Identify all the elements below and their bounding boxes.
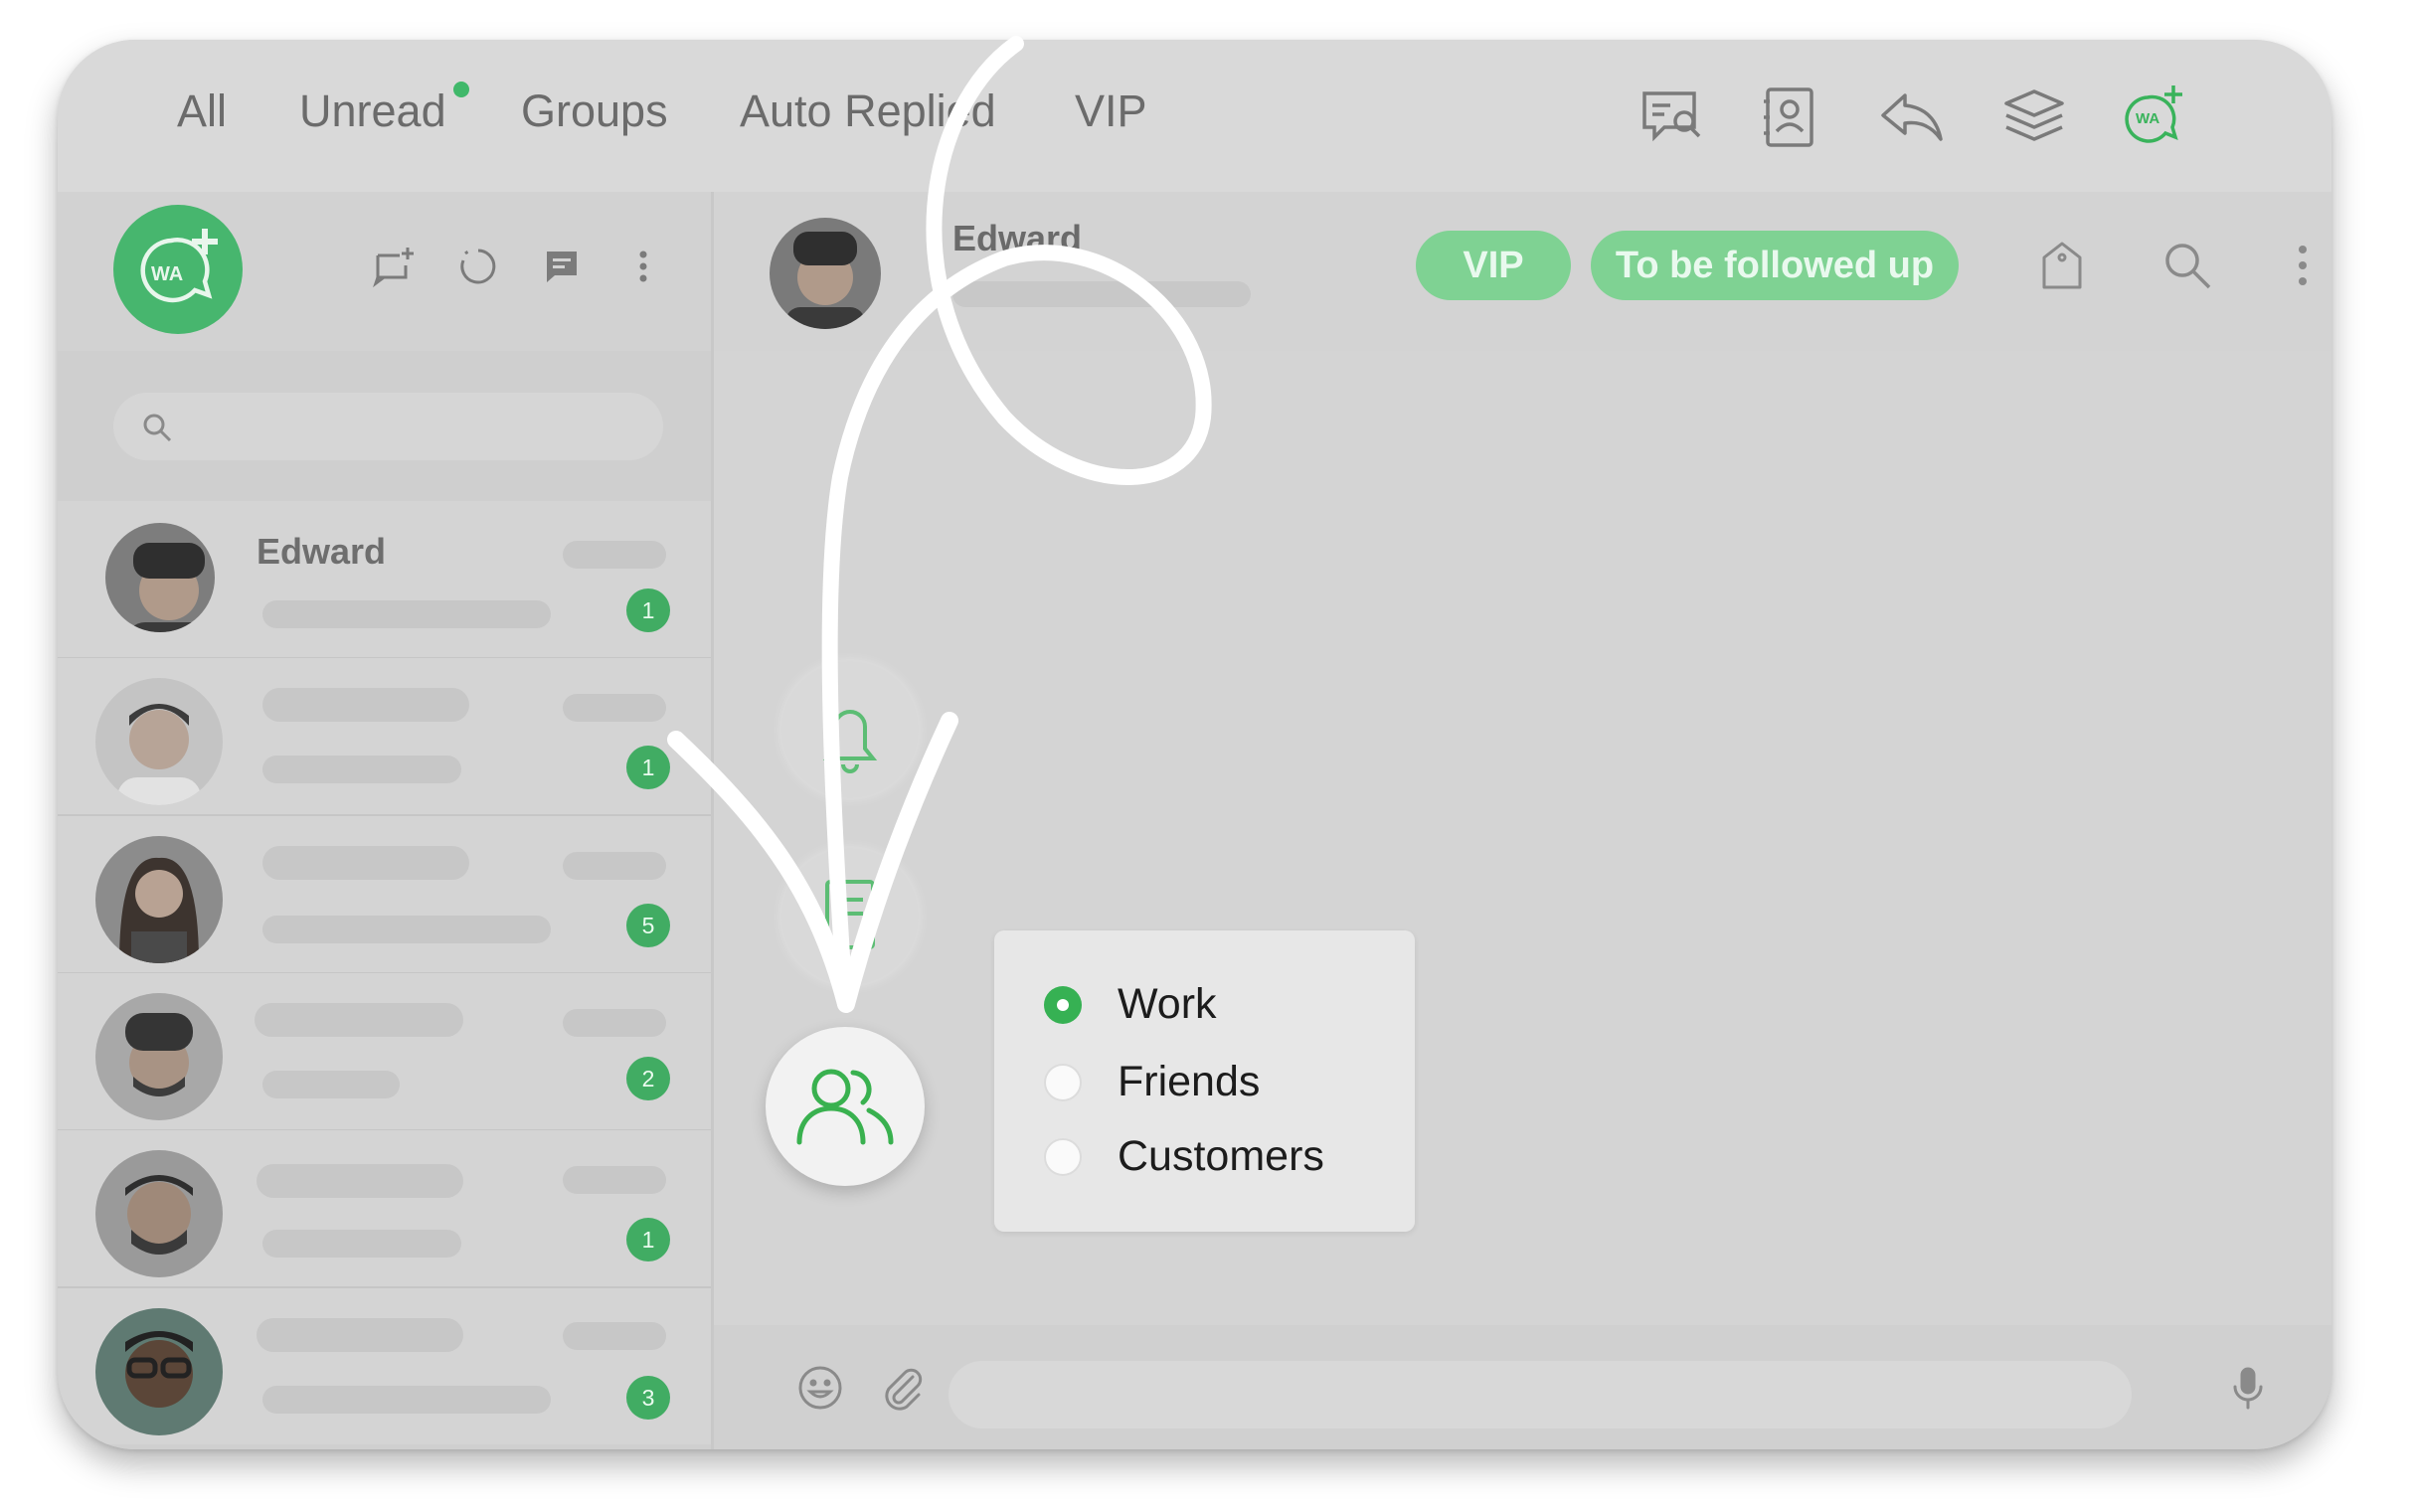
contact-name: Edward (952, 218, 1083, 258)
name-placeholder (262, 688, 469, 722)
search-icon[interactable] (2159, 238, 2215, 293)
wa-logo-icon: WA (113, 205, 243, 334)
more-vertical-icon[interactable] (2275, 238, 2330, 293)
time-placeholder (563, 1166, 666, 1194)
svg-text:WA: WA (151, 263, 183, 285)
app-window: All Unread Groups Auto Replied VIP WA WA… (58, 40, 2331, 1449)
compose-bar (711, 1325, 2331, 1449)
status-icon[interactable] (455, 244, 501, 289)
time-placeholder (563, 1322, 666, 1350)
option-label: Friends (1118, 1058, 1261, 1105)
radio-selected[interactable] (1044, 986, 1082, 1024)
tab-groups[interactable]: Groups (521, 85, 668, 137)
new-chat-icon[interactable] (372, 244, 418, 289)
avatar (95, 678, 223, 805)
preview-placeholder (262, 1386, 551, 1414)
tab-unread[interactable]: Unread (299, 85, 446, 137)
svg-text:WA: WA (2136, 110, 2159, 127)
tag-vip[interactable]: VIP (1416, 231, 1571, 300)
option-label: Customers (1118, 1132, 1324, 1180)
search-icon (143, 414, 172, 442)
chat-row[interactable]: 3 (58, 1288, 711, 1444)
group-icon[interactable] (766, 1027, 925, 1186)
chat-row[interactable]: 1 (58, 658, 711, 817)
chat-row-edward[interactable]: Edward 1 (58, 501, 711, 660)
name-placeholder (262, 846, 469, 880)
unread-indicator-dot (453, 82, 469, 97)
mic-icon[interactable] (2223, 1363, 2273, 1413)
name-placeholder (257, 1164, 463, 1198)
filter-bar: All Unread Groups Auto Replied VIP WA (58, 40, 2331, 192)
time-placeholder (563, 1009, 666, 1037)
time-placeholder (563, 694, 666, 722)
avatar (95, 836, 223, 963)
chat-header: Edward VIP To be followed up (711, 192, 2331, 351)
avatar (95, 1308, 223, 1435)
tag-icon[interactable] (2034, 238, 2090, 293)
chat-row[interactable]: 2 (58, 973, 711, 1132)
group-select-menu: Work Friends Customers (994, 930, 1415, 1232)
tab-vip[interactable]: VIP (1075, 85, 1147, 137)
avatar (95, 993, 223, 1120)
preview-placeholder (262, 916, 551, 943)
bell-icon[interactable] (781, 661, 919, 798)
name-placeholder (255, 1003, 463, 1037)
chat-sidebar: WA Edward 1 1 5 2 1 3 (58, 192, 711, 1449)
chat-search-icon[interactable] (1637, 82, 1708, 153)
unread-badge: 1 (626, 746, 670, 789)
name-placeholder (257, 1318, 463, 1352)
search-input[interactable] (113, 393, 663, 460)
avatar (105, 523, 215, 632)
note-icon[interactable] (781, 848, 919, 985)
preview-placeholder (262, 1071, 400, 1098)
chat-row[interactable]: 5 (58, 816, 711, 975)
unread-badge: 2 (626, 1057, 670, 1100)
radio[interactable] (1044, 1138, 1082, 1176)
tab-all[interactable]: All (177, 85, 227, 137)
option-label: Work (1118, 980, 1217, 1028)
more-vertical-icon[interactable] (620, 244, 666, 289)
emoji-icon[interactable] (795, 1363, 845, 1413)
sidebar-header: WA (58, 192, 711, 351)
unread-badge: 1 (626, 1218, 670, 1261)
contact-status-placeholder (952, 281, 1251, 307)
unread-badge: 3 (626, 1376, 670, 1420)
message-icon[interactable] (539, 244, 585, 289)
wa-add-icon[interactable]: WA (2118, 82, 2189, 153)
attach-icon[interactable] (877, 1363, 927, 1413)
avatar[interactable] (770, 218, 881, 329)
unread-badge: 1 (626, 588, 670, 632)
chat-row[interactable]: 1 (58, 1130, 711, 1289)
time-placeholder (563, 852, 666, 880)
reply-icon[interactable] (1875, 82, 1947, 153)
layers-icon[interactable] (1998, 82, 2070, 153)
preview-placeholder (262, 600, 551, 628)
avatar (95, 1150, 223, 1277)
radio[interactable] (1044, 1064, 1082, 1101)
message-input[interactable] (949, 1361, 2132, 1428)
preview-placeholder (262, 756, 461, 783)
time-placeholder (563, 541, 666, 569)
tab-auto-replied[interactable]: Auto Replied (740, 85, 996, 137)
contact-card-icon[interactable] (1754, 82, 1825, 153)
chat-messages-area (711, 351, 2331, 1325)
chat-name: Edward (257, 531, 387, 572)
unread-badge: 5 (626, 904, 670, 947)
tag-follow-up[interactable]: To be followed up (1591, 231, 1959, 300)
preview-placeholder (262, 1230, 461, 1258)
